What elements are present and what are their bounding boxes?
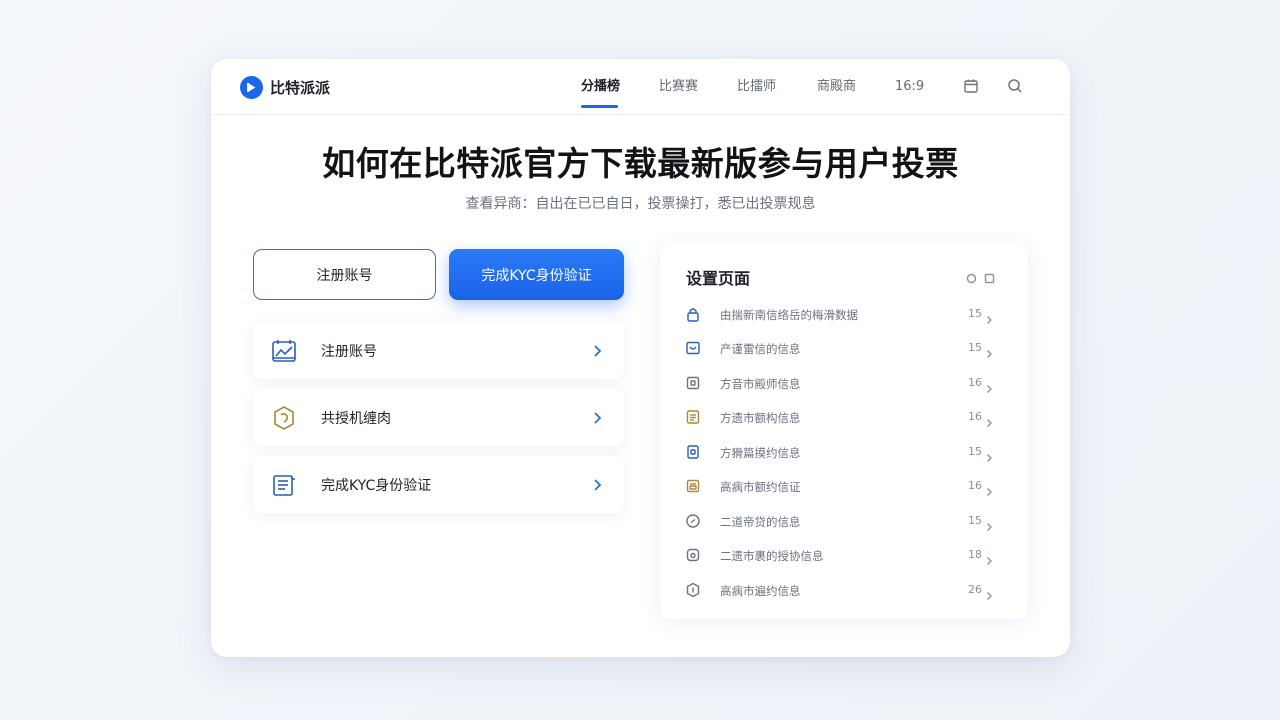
settings-row-label: 方音市殿师信息 [720,377,801,391]
panel-title: 设置页面 [686,269,751,288]
settings-row-label: 方猾篇摸约信息 [720,446,801,460]
nav-active-indicator [581,105,618,108]
logo[interactable]: 比特派派 [240,76,330,99]
settings-row[interactable]: 二道帝贷的信息 15 [680,505,1000,539]
shield-icon [685,444,701,460]
wallet-icon [685,340,701,356]
settings-row-count: 18 [968,548,982,561]
square-toggle-icon[interactable] [984,269,995,284]
app-name: 比特派派 [270,79,331,97]
document-list-icon [271,472,297,498]
settings-row-count: 26 [968,583,982,596]
chevron-right-icon [590,410,604,424]
chevron-right-icon [986,413,993,427]
chevron-right-icon [986,379,993,393]
settings-row[interactable]: 方猾篇摸约信息 15 [680,436,1000,470]
kyc-verify-button[interactable]: 完成KYC身份验证 [449,249,624,300]
chevron-right-icon [986,344,993,358]
search-icon[interactable] [1007,78,1025,96]
calendar-icon[interactable] [963,78,981,96]
settings-row[interactable]: 产谨雷信的信息 15 [680,332,1000,366]
settings-row[interactable]: 二遗市裹的授协信息 18 [680,539,1000,573]
logo-mark-icon [240,76,263,99]
main-card: 比特派派 分播榜 比赛赛 比擂师 商殿商 16:9 如何在比特派官方下载最新版参… [211,59,1070,657]
circle-toggle-icon[interactable] [966,269,977,284]
nav-item-5[interactable]: 16:9 [895,59,965,115]
settings-row-count: 16 [968,410,982,423]
settings-row-label: 由揣新南信络岳的梅滑数据 [720,308,858,322]
register-account-button[interactable]: 注册账号 [253,249,436,300]
settings-row-count: 15 [968,307,982,320]
chevron-right-icon [986,448,993,462]
action-label: 注册账号 [321,343,377,360]
calendar-chart-icon [271,338,297,364]
package-icon [685,547,701,563]
settings-row[interactable]: 高病市遍约信息 26 [680,574,1000,608]
nav-item-label: 比擂师 [737,79,777,94]
nav-item-1[interactable]: 分播榜 [581,59,659,115]
page-title: 如何在比特派官方下载最新版参与用户投票 [322,144,959,183]
chevron-right-icon [986,551,993,565]
settings-row-count: 16 [968,376,982,389]
nav-item-4[interactable]: 商殿商 [817,59,895,115]
list-icon [685,409,701,425]
top-nav: 分播榜 比赛赛 比擂师 商殿商 16:9 [581,59,965,115]
settings-row-label: 二道帝贷的信息 [720,515,801,529]
chevron-right-icon [986,586,993,600]
chevron-right-icon [590,343,604,357]
settings-row[interactable]: 方遗市额构信息 16 [680,401,1000,435]
settings-row-label: 高病市遍约信息 [720,584,801,598]
nav-item-label: 16:9 [895,79,925,94]
action-label: 共授机缠肉 [321,410,391,427]
lock-icon [685,306,701,322]
action-label: 完成KYC身份验证 [321,477,432,494]
settings-row[interactable]: 高病市额约信证 16 [680,470,1000,504]
settings-row-label: 产谨雷信的信息 [720,342,801,356]
action-item-kyc[interactable]: 完成KYC身份验证 [253,456,624,513]
chevron-right-icon [986,482,993,496]
settings-row-count: 15 [968,445,982,458]
chevron-right-icon [986,310,993,324]
settings-row-count: 16 [968,479,982,492]
settings-row-label: 高病市额约信证 [720,480,801,494]
coin-icon [685,513,701,529]
badge-icon [685,582,701,598]
card-icon [685,478,701,494]
nav-item-2[interactable]: 比赛赛 [659,59,737,115]
action-item-share[interactable]: 共授机缠肉 [253,389,624,446]
settings-row-label: 二遗市裹的授协信息 [720,549,824,563]
settings-row-label: 方遗市额构信息 [720,411,801,425]
settings-row-count: 15 [968,341,982,354]
nav-item-label: 分播榜 [581,79,621,94]
chevron-right-icon [590,477,604,491]
action-item-register[interactable]: 注册账号 [253,322,624,379]
settings-row[interactable]: 由揣新南信络岳的梅滑数据 15 [680,298,1000,332]
top-header: 比特派派 分播榜 比赛赛 比擂师 商殿商 16:9 [211,59,1070,115]
chevron-right-icon [986,517,993,531]
nav-item-label: 商殿商 [817,79,857,94]
page-subtitle: 查看异商：自出在已已自日，投票操打，悉已出投票规息 [465,196,816,212]
device-icon [685,375,701,391]
settings-row[interactable]: 方音市殿师信息 16 [680,367,1000,401]
hexagon-badge-icon [271,405,297,431]
settings-panel: 设置页面 由揣新南信络岳的梅滑数据 15 产谨雷信的信息 15 方音市殿师信息 … [660,241,1028,619]
nav-item-3[interactable]: 比擂师 [737,59,817,115]
nav-item-label: 比赛赛 [659,79,699,94]
settings-row-count: 15 [968,514,982,527]
